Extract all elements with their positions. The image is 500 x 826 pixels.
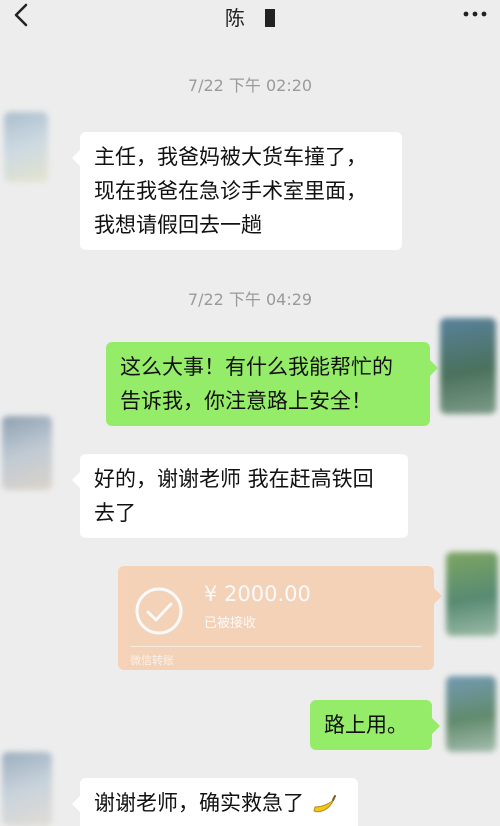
money-transfer-card[interactable]: ¥ 2000.00 已被接收 微信转账 — [118, 566, 442, 670]
message-line: 谢谢老师，确实救急了 — [94, 791, 304, 815]
user-avatar[interactable] — [446, 676, 496, 752]
chat-title: 陈 — [0, 2, 500, 31]
message-bubble-outgoing[interactable]: 这么大事！有什么我能帮忙的 告诉我，你注意路上安全！ — [106, 342, 438, 426]
message-bubble-incoming[interactable]: 好的，谢谢老师 我在赶高铁回 去了 — [72, 454, 408, 538]
user-avatar[interactable] — [440, 318, 496, 414]
message-bubble-incoming[interactable]: 谢谢老师，确实救急了 — [72, 778, 358, 826]
banana-emoji-icon — [313, 795, 336, 813]
transfer-status: 已被接收 — [204, 616, 257, 631]
message-line: 现在我爸在急诊手术室里面， — [94, 179, 367, 203]
censor-block — [265, 9, 276, 27]
message-line: 告诉我，你注意路上安全！ — [120, 389, 372, 413]
message-line: 我想请假回去一趟 — [94, 213, 262, 237]
message-bubble-incoming[interactable]: 主任，我爸妈被大货车撞了， 现在我爸在急诊手术室里面， 我想请假回去一趟 — [72, 132, 402, 250]
contact-avatar[interactable] — [2, 752, 52, 826]
message-timestamp: 7/22 下午 02:20 — [187, 76, 313, 95]
contact-avatar[interactable] — [4, 112, 48, 182]
message-timestamp: 7/22 下午 04:29 — [187, 290, 313, 309]
message-line: 好的，谢谢老师 我在赶高铁回 — [94, 467, 374, 491]
message-line: 主任，我爸妈被大货车撞了， — [94, 145, 367, 169]
transfer-footer: 微信转账 — [130, 654, 174, 667]
message-line: 路上用。 — [324, 713, 408, 737]
chat-header: 陈 — [0, 0, 500, 34]
chat-title-text: 陈 — [224, 6, 245, 30]
more-dots-icon[interactable] — [460, 4, 490, 24]
user-avatar[interactable] — [446, 552, 498, 636]
transfer-divider — [130, 646, 422, 647]
message-bubble-outgoing[interactable]: 路上用。 — [310, 700, 440, 750]
transfer-amount: ¥ 2000.00 — [204, 582, 311, 606]
check-circle-icon — [135, 587, 183, 635]
message-line: 去了 — [94, 501, 136, 525]
contact-avatar[interactable] — [2, 416, 52, 490]
message-line: 这么大事！有什么我能帮忙的 — [120, 355, 393, 379]
